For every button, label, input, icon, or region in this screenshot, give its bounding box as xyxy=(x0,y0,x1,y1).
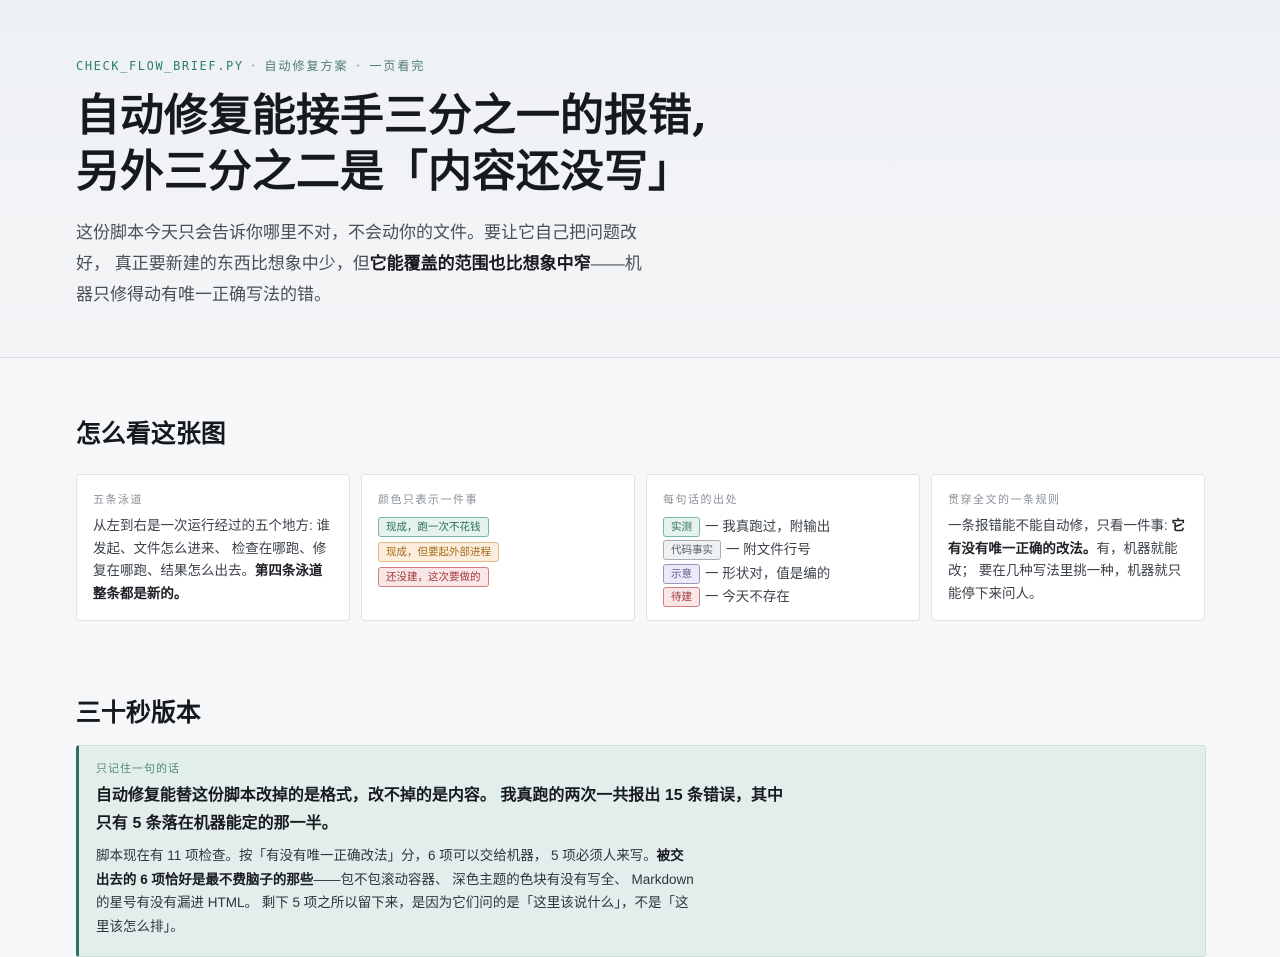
section-heading-summary: 三十秒版本 xyxy=(76,698,202,727)
card-label: 每句话的出处 xyxy=(663,493,738,506)
lede-emphasis: 它能覆盖的范围也比想象中窄 xyxy=(369,254,591,273)
card-rule: 贯穿全文的一条规则 一条报错能不能自动修，只看一件事: 它有没有唯一正确的改法。… xyxy=(931,474,1205,621)
card-body: 一条报错能不能自动修，只看一件事: 它有没有唯一正确的改法。有，机器就能改； 要… xyxy=(948,515,1190,605)
kicker-filename: CHECK_FLOW_BRIEF.PY xyxy=(76,59,244,73)
callout-label: 只记住一句的话 xyxy=(96,762,180,775)
kicker-separator: · xyxy=(249,59,259,73)
source-tag-code-fact: 代码事实 xyxy=(663,540,721,561)
callout-lead: 自动修复能替这份脚本改掉的是格式，改不掉的是内容。 我真跑的两次一共报出 15 … xyxy=(96,787,784,832)
card-color-legend: 颜色只表示一件事 现成，跑一次不花钱 现成，但要起外部进程 还没建，这次要做的 xyxy=(361,474,635,621)
hero-section: CHECK_FLOW_BRIEF.PY · 自动修复方案 · 一页看完 自动修复能接手三… xyxy=(0,0,1280,358)
page-title: 自动修复能接手三分之一的报错, 另外三分之二是「内容还没写」 xyxy=(76,88,776,200)
source-desc: 一 形状对，值是编的 xyxy=(705,565,831,581)
card-sources: 每句话的出处 实测一 我真跑过，附输出 代码事实一 附文件行号 示意一 形状对，… xyxy=(646,474,920,621)
callout-text: 脚本现在有 11 项检查。按「有没有唯一正确改法」分，6 项可以交给机器， 5 … xyxy=(96,848,657,863)
status-chip-ready-free: 现成，跑一次不花钱 xyxy=(378,517,489,537)
kicker-separator: · xyxy=(354,59,364,73)
source-row: 示意一 形状对，值是编的 xyxy=(663,562,905,586)
source-desc: 一 今天不存在 xyxy=(705,589,790,604)
kicker: CHECK_FLOW_BRIEF.PY · 自动修复方案 · 一页看完 xyxy=(76,57,425,74)
card-lanes: 五条泳道 从左到右是一次运行经过的五个地方: 谁发起、文件怎么进来、 检查在哪跑… xyxy=(76,474,350,621)
source-row: 实测一 我真跑过，附输出 xyxy=(663,515,905,539)
source-row: 代码事实一 附文件行号 xyxy=(663,539,905,563)
card-label: 五条泳道 xyxy=(93,493,143,506)
source-tag-to-build: 待建 xyxy=(663,587,700,608)
kicker-subject: 自动修复方案 xyxy=(264,59,349,73)
status-chip-ready-process: 现成，但要起外部进程 xyxy=(378,542,499,562)
lede-paragraph: 这份脚本今天只会告诉你哪里不对，不会动你的文件。要让它自己把问题改好， 真正要新… xyxy=(76,217,651,310)
color-chip-list: 现成，跑一次不花钱 现成，但要起外部进程 还没建，这次要做的 xyxy=(378,517,620,592)
guide-cards: 五条泳道 从左到右是一次运行经过的五个地方: 谁发起、文件怎么进来、 检查在哪跑… xyxy=(76,474,1205,621)
source-tag-illustrative: 示意 xyxy=(663,563,700,584)
card-label: 颜色只表示一件事 xyxy=(378,493,478,506)
summary-callout: 只记住一句的话 自动修复能替这份脚本改掉的是格式，改不掉的是内容。 我真跑的两次… xyxy=(76,745,1206,957)
source-desc: 一 附文件行号 xyxy=(726,542,811,557)
card-label: 贯穿全文的一条规则 xyxy=(948,493,1061,506)
section-heading-guide: 怎么看这张图 xyxy=(76,419,227,448)
source-list: 实测一 我真跑过，附输出 代码事实一 附文件行号 示意一 形状对，值是编的 待建… xyxy=(663,515,905,609)
kicker-note: 一页看完 xyxy=(369,59,426,73)
status-chip-to-build: 还没建，这次要做的 xyxy=(378,567,489,587)
card-text: 一条报错能不能自动修，只看一件事: xyxy=(948,518,1172,533)
page-title-line-2: 另外三分之二是「内容还没写」 xyxy=(76,146,692,197)
source-tag-measured: 实测 xyxy=(663,516,700,537)
callout-body: 脚本现在有 11 项检查。按「有没有唯一正确改法」分，6 项可以交给机器， 5 … xyxy=(96,844,696,938)
page-title-line-1: 自动修复能接手三分之一的报错, xyxy=(76,90,708,141)
source-row: 待建一 今天不存在 xyxy=(663,586,905,610)
source-desc: 一 我真跑过，附输出 xyxy=(705,518,831,534)
card-body: 从左到右是一次运行经过的五个地方: 谁发起、文件怎么进来、 检查在哪跑、修复在哪… xyxy=(93,515,335,605)
